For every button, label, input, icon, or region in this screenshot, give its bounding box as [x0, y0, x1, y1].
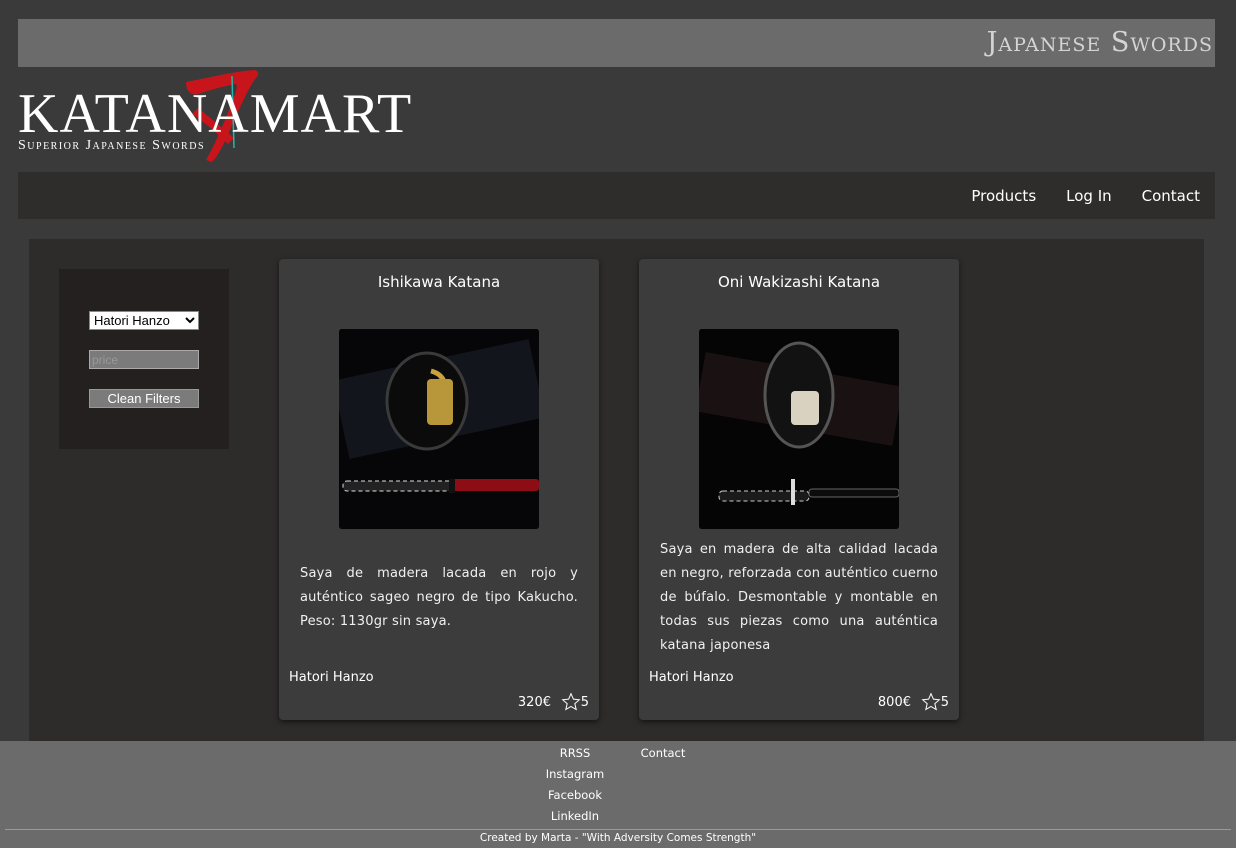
product-card[interactable]: Ishikawa Katana Saya de madera lacada en… — [279, 259, 599, 720]
product-description: Saya de madera lacada en rojo y auténtic… — [300, 566, 578, 629]
top-banner: Japanese Swords — [18, 19, 1215, 67]
footer-instagram-link[interactable]: Instagram — [535, 764, 615, 785]
site-tagline: Japanese Swords — [986, 27, 1213, 58]
product-price: 800€ — [877, 695, 911, 710]
product-title: Oni Wakizashi Katana — [717, 273, 881, 291]
katanamart-logo[interactable]: KATANAMART Superior Japanese Swords — [18, 68, 428, 168]
logo-wordmark: KATANAMART — [18, 83, 413, 145]
product-description: Saya en madera de alta calidad lacada en… — [660, 542, 938, 653]
wakizashi-photo-icon — [699, 329, 899, 529]
product-title: Ishikawa Katana — [377, 273, 501, 291]
katana-photo-icon — [339, 329, 539, 529]
product-price: 320€ — [517, 695, 551, 710]
maker-filter-select[interactable]: Hatori Hanzo — [89, 311, 199, 330]
footer-facebook-link[interactable]: Facebook — [535, 785, 615, 806]
star-icon[interactable] — [921, 692, 941, 712]
price-filter-input[interactable] — [89, 350, 199, 369]
nav-contact[interactable]: Contact — [1127, 187, 1215, 205]
footer-divider — [5, 829, 1231, 830]
page-footer: RRSS Instagram Facebook LinkedIn Contact… — [0, 741, 1236, 848]
filters-panel: Hatori Hanzo Clean Filters — [59, 269, 229, 449]
footer-social-links: RRSS Instagram Facebook LinkedIn — [535, 743, 615, 827]
footer-contact-link[interactable]: Contact — [630, 743, 696, 764]
footer-linkedin-link[interactable]: LinkedIn — [535, 806, 615, 827]
product-maker: Hatori Hanzo — [649, 670, 734, 685]
product-image[interactable] — [699, 329, 899, 529]
footer-credit: Created by Marta - "With Adversity Comes… — [479, 832, 757, 844]
nav-products[interactable]: Products — [956, 187, 1051, 205]
product-rating: 5 — [580, 695, 589, 710]
star-icon[interactable] — [561, 692, 581, 712]
product-maker: Hatori Hanzo — [289, 670, 374, 685]
logo-subtitle: Superior Japanese Swords — [18, 138, 206, 153]
nav-login[interactable]: Log In — [1051, 187, 1127, 205]
product-catalog: Hatori Hanzo Clean Filters Ishikawa Kata… — [29, 239, 1204, 741]
footer-contact-column: Contact — [630, 743, 696, 764]
clean-filters-button[interactable]: Clean Filters — [89, 389, 199, 408]
product-image[interactable] — [339, 329, 539, 529]
product-rating: 5 — [940, 695, 949, 710]
main-navbar: Products Log In Contact — [18, 172, 1215, 219]
product-card[interactable]: Oni Wakizashi Katana Saya en madera de a… — [639, 259, 959, 720]
footer-rrss-heading: RRSS — [559, 746, 591, 760]
